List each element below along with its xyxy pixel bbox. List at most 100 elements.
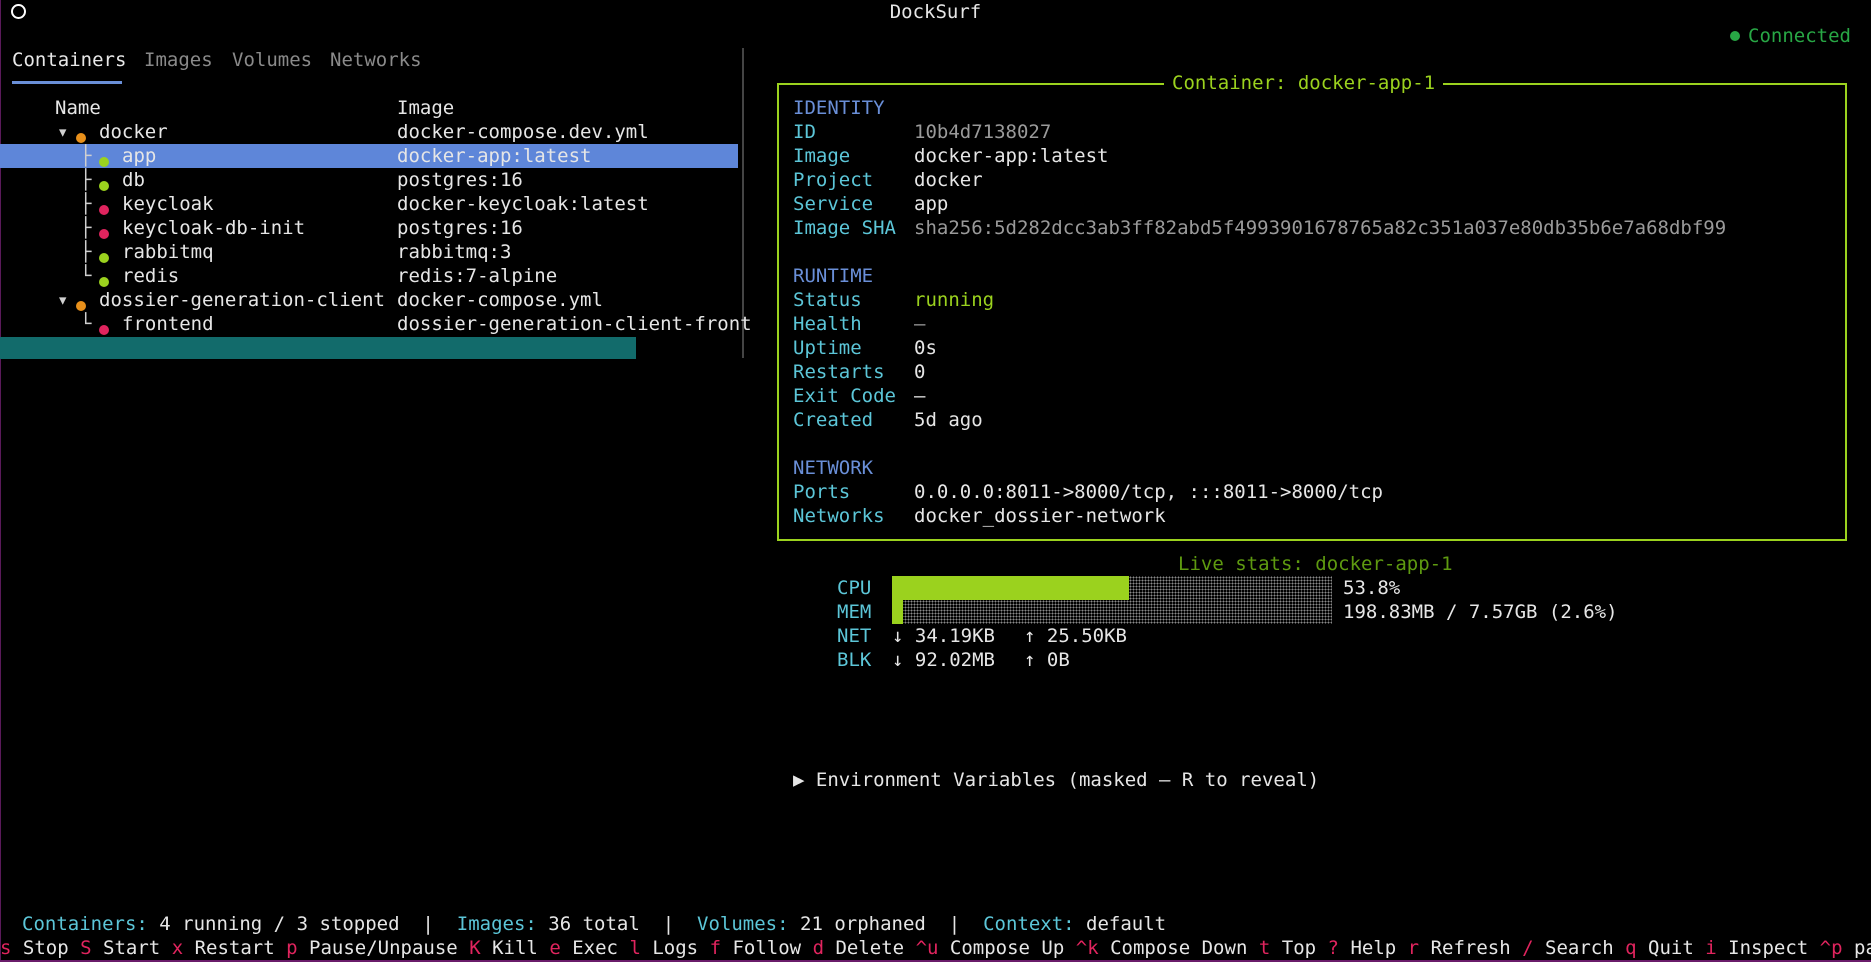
- container-row[interactable]: └ frontend dossier-generation-client-front: [0, 312, 752, 336]
- restarts-value: 0: [914, 361, 926, 383]
- project-label: Project: [793, 169, 874, 191]
- shortcut-1[interactable]: S Start: [80, 937, 160, 959]
- status-dot-icon: [99, 205, 109, 215]
- tree-branch-icon: └: [80, 265, 92, 287]
- mem-bar: [892, 600, 1332, 624]
- container-row[interactable]: ├ keycloak-db-init postgres:16: [0, 216, 738, 240]
- column-header-image[interactable]: Image: [397, 96, 454, 120]
- shortcut-10[interactable]: ^k Compose Down: [1076, 937, 1248, 959]
- shortcut-13[interactable]: r Refresh: [1408, 937, 1511, 959]
- tab-containers[interactable]: Containers: [12, 48, 126, 72]
- shortcut-label: Inspect: [1728, 937, 1809, 959]
- tab-volumes[interactable]: Volumes: [232, 48, 312, 72]
- connection-status: Connected: [1730, 24, 1851, 48]
- status-dot-icon: [99, 157, 109, 167]
- expand-chevron-icon[interactable]: ▾: [57, 288, 68, 312]
- service-value: app: [914, 193, 949, 215]
- shortcut-key: /: [1522, 937, 1534, 959]
- shortcut-5[interactable]: e Exec: [549, 937, 618, 959]
- tree-branch-icon: ├: [80, 145, 92, 167]
- id-value[interactable]: 10b4d7138027: [914, 120, 1051, 144]
- container-row[interactable]: ├ db postgres:16: [0, 168, 738, 192]
- health-label: Health: [793, 313, 862, 335]
- active-tab-indicator: [12, 81, 122, 84]
- image-sha-value[interactable]: sha256:5d282dcc3ab3ff82abd5f499390167876…: [914, 216, 1726, 240]
- compose-group-row[interactable]: ▾ dossier-generation-client docker-compose…: [0, 288, 738, 312]
- container-row[interactable]: └ redis redis:7-alpine: [0, 264, 738, 288]
- shortcut-11[interactable]: t Top: [1259, 937, 1316, 959]
- compose-file: docker-compose.yml: [397, 289, 603, 311]
- project-name: docker: [99, 121, 168, 143]
- status-dot-icon: [99, 181, 109, 191]
- shortcut-key: p: [286, 937, 298, 959]
- shortcut-0[interactable]: s Stop: [0, 937, 69, 959]
- containers-label: Containers:: [22, 913, 148, 935]
- expand-chevron-icon[interactable]: ▾: [57, 120, 68, 144]
- restarts-label: Restarts: [793, 361, 885, 383]
- net-down: ↓ 34.19KB: [892, 625, 995, 647]
- shortcut-label: Help: [1350, 937, 1397, 959]
- container-row[interactable]: ├ rabbitmq rabbitmq:3: [0, 240, 738, 264]
- shortcut-3[interactable]: p Pause/Unpause: [286, 937, 458, 959]
- shortcut-2[interactable]: x Restart: [172, 937, 275, 959]
- shortcut-14[interactable]: / Search: [1522, 937, 1614, 959]
- shortcut-label: Quit: [1648, 937, 1694, 959]
- shortcut-label: Delete: [835, 937, 905, 959]
- connection-dot-icon: [1730, 31, 1741, 41]
- shortcut-15[interactable]: q Quit: [1625, 937, 1694, 959]
- shortcut-12[interactable]: ? Help: [1328, 937, 1397, 959]
- health-value: —: [914, 313, 926, 335]
- shortcut-key: ^k: [1075, 937, 1099, 959]
- env-vars-toggle[interactable]: ▶ Environment Variables (masked — R to r…: [793, 768, 1319, 792]
- title-bar: DockSurf: [0, 0, 1871, 24]
- container-row[interactable]: ├ keycloak docker-keycloak:latest: [0, 192, 738, 216]
- id-label: ID: [793, 121, 816, 143]
- mem-bar-fill: [892, 600, 903, 624]
- volumes-label: Volumes:: [697, 913, 789, 935]
- shortcut-17[interactable]: ^p paletteg: [1820, 937, 1871, 959]
- net-up: ↑ 25.50KB: [1024, 625, 1127, 647]
- shortcut-6[interactable]: l Logs: [629, 937, 698, 959]
- images-count: 36 total: [548, 913, 640, 935]
- shortcut-key: ?: [1327, 937, 1339, 959]
- service-label: Service: [793, 193, 874, 215]
- container-image: rabbitmq:3: [397, 241, 512, 263]
- column-header-name[interactable]: Name: [55, 96, 101, 120]
- status-bar: Containers: 4 running / 3 stopped | Imag…: [22, 912, 1166, 936]
- shortcut-label: Logs: [652, 937, 699, 959]
- created-label: Created: [793, 409, 874, 431]
- image-value: docker-app:latest: [914, 145, 1109, 167]
- images-label: Images:: [456, 913, 537, 935]
- tree-branch-icon: └: [80, 313, 92, 335]
- shortcut-16[interactable]: i Inspect: [1705, 937, 1808, 959]
- shortcut-8[interactable]: d Delete: [813, 937, 905, 959]
- shortcut-4[interactable]: K Kill: [469, 937, 538, 959]
- created-value: 5d ago: [914, 409, 983, 431]
- compose-group-row[interactable]: ▾ docker docker-compose.dev.yml: [0, 120, 738, 144]
- exit-code-value: —: [914, 385, 926, 407]
- net-label: NET: [837, 625, 872, 647]
- container-image: docker-app:latest: [397, 145, 592, 167]
- mem-value: 198.83MB / 7.57GB (2.6%): [1343, 601, 1618, 623]
- project-value: docker: [914, 169, 983, 191]
- shortcut-label: Kill: [492, 937, 538, 959]
- shortcut-key: e: [549, 937, 561, 959]
- shortcut-9[interactable]: ^u Compose Up: [916, 937, 1065, 959]
- shortcut-7[interactable]: f Follow: [710, 937, 802, 959]
- tab-images[interactable]: Images: [144, 48, 213, 72]
- container-name: redis: [122, 265, 180, 287]
- shortcut-label: Pause/Unpause: [309, 937, 458, 959]
- shortcut-label: Top: [1281, 937, 1317, 959]
- container-row[interactable]: ├ app docker-app:latest: [0, 144, 738, 168]
- container-image: docker-keycloak:latest: [397, 193, 649, 215]
- list-scrollbar[interactable]: [0, 337, 636, 359]
- tab-networks[interactable]: Networks: [330, 48, 422, 72]
- shortcut-key: f: [709, 937, 722, 959]
- container-name: frontend: [122, 313, 214, 335]
- shortcut-label: Follow: [732, 937, 802, 959]
- app-circle-icon[interactable]: [11, 4, 26, 19]
- container-name: rabbitmq: [122, 241, 214, 263]
- keybinding-bar: s Stop S Start x Restart p Pause/Unpause…: [0, 936, 1871, 962]
- container-name: keycloak: [122, 193, 214, 215]
- status-label: Status: [793, 289, 862, 311]
